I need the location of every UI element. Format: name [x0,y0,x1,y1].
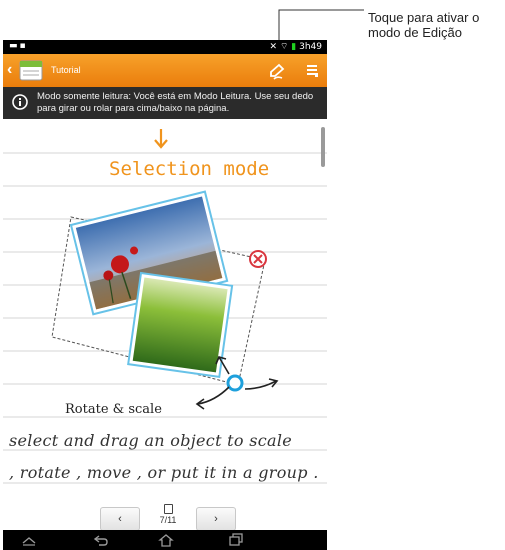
info-icon [12,94,28,110]
selection-mode-heading: Selection mode [109,158,269,180]
mute-icon: ✕ [269,42,278,52]
callout-line-1: Toque para ativar o [368,10,480,25]
phone-screen: ▬▪ ✕ ⌔ ▮ 3h49 ‹ Tutorial Modo somente le… [3,40,327,550]
page-navigator: ‹ 7/11 › [3,503,327,531]
back-chevron-icon[interactable]: ‹ [7,61,12,79]
status-right-icons: ✕ ⌔ ▮ 3h49 [270,41,322,52]
status-time: 3h49 [299,42,322,52]
caption-arrow [195,386,230,410]
notebook-app-icon[interactable] [17,58,45,82]
next-page-button[interactable]: › [196,507,236,531]
rotate-scale-handle[interactable] [226,374,244,392]
scrollbar[interactable] [321,127,325,167]
page-icon [163,504,173,514]
app-title: Tutorial [51,65,81,75]
back-icon[interactable] [93,533,109,547]
heading-arrow [154,129,168,149]
callout-text: Toque para ativar o modo de Edição [368,10,503,40]
status-bar: ▬▪ ✕ ⌔ ▮ 3h49 [3,40,327,54]
status-left-icons: ▬▪ [9,41,28,51]
collapse-icon[interactable] [21,533,37,547]
battery-icon: ▮ [291,42,297,52]
callout-line-2: modo de Edição [368,25,462,40]
file-icon: ▪ [19,41,28,51]
notification-icon: ▬ [9,41,20,51]
edit-mode-icon[interactable] [264,58,290,84]
page-drawing: Selection mode Rotate & scale select and… [3,129,327,484]
system-nav-bar [3,530,327,550]
action-bar: ‹ Tutorial [3,54,327,87]
handwriting-line-1: select and drag an object to scale [9,431,292,450]
wifi-icon: ⌔ [279,42,289,52]
menu-icon[interactable] [306,62,320,78]
home-icon[interactable] [158,533,174,547]
previous-page-button[interactable]: ‹ [100,507,140,531]
page-indicator: 7/11 [148,503,188,525]
read-only-banner: Modo somente leitura: Você está em Modo … [3,87,327,119]
page-number: 7/11 [159,515,177,525]
handwriting-line-2: , rotate , move , or put it in a group . [9,463,319,482]
rotate-scale-caption: Rotate & scale [65,402,162,417]
read-only-message: Modo somente leitura: Você está em Modo … [37,91,314,114]
recent-apps-icon[interactable] [228,533,244,547]
notebook-page[interactable]: Selection mode Rotate & scale select and… [3,119,327,505]
delete-object-icon[interactable] [249,250,267,268]
